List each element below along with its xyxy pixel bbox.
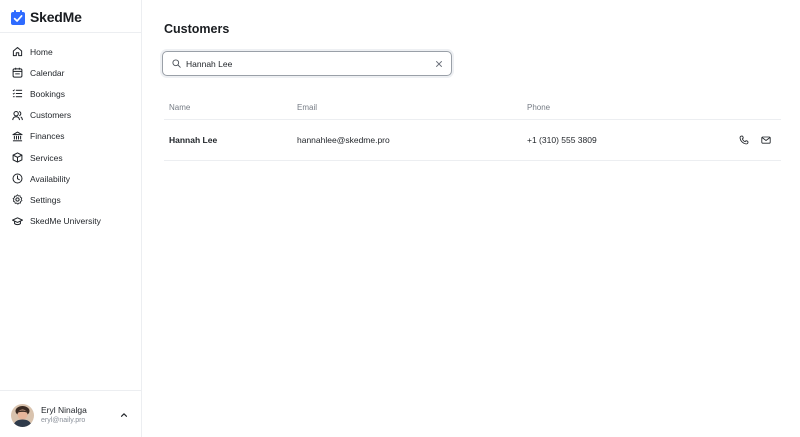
users-icon — [12, 110, 23, 121]
sidebar-item-label: SkedMe University — [30, 216, 101, 227]
page-title: Customers — [164, 22, 230, 36]
sidebar-item-label: Availability — [30, 173, 71, 184]
list-icon — [12, 88, 23, 99]
gear-icon — [12, 194, 23, 205]
main-content: Customers Name Email Phone Hannah Lee ha… — [142, 0, 800, 437]
sidebar-item-finances[interactable]: Finances — [0, 126, 141, 147]
sidebar-item-label: Settings — [30, 194, 61, 205]
sidebar-item-home[interactable]: Home — [0, 41, 141, 62]
sidebar-item-label: Bookings — [30, 88, 65, 99]
brand[interactable]: SkedMe — [11, 8, 82, 26]
user-info: Eryl Ninalga eryl@naily.pro — [41, 405, 87, 426]
avatar — [11, 403, 34, 427]
chevron-up-icon[interactable] — [119, 410, 129, 420]
phone-icon[interactable] — [739, 135, 749, 145]
customer-name: Hannah Lee — [169, 135, 218, 145]
column-header-phone[interactable]: Phone — [527, 103, 550, 112]
sidebar-item-availability[interactable]: Availability — [0, 168, 141, 189]
bank-icon — [12, 131, 23, 142]
sidebar: SkedMe Home Calendar Bookings Customers — [0, 0, 142, 437]
sidebar-item-calendar[interactable]: Calendar — [0, 62, 141, 83]
brand-name: SkedMe — [30, 9, 82, 25]
search-box — [162, 51, 452, 76]
customer-email: hannahlee@skedme.pro — [297, 135, 390, 145]
user-email: eryl@naily.pro — [41, 416, 86, 424]
search-icon — [172, 59, 181, 68]
graduation-cap-icon — [12, 216, 23, 227]
sidebar-item-label: Finances — [30, 131, 65, 142]
box-icon — [12, 152, 23, 163]
sidebar-item-services[interactable]: Services — [0, 147, 141, 168]
sidebar-item-skedme-university[interactable]: SkedMe University — [0, 211, 141, 232]
sidebar-item-customers[interactable]: Customers — [0, 105, 141, 126]
sidebar-item-label: Home — [30, 46, 53, 57]
sidebar-divider — [0, 32, 141, 33]
table-header: Name Email Phone — [164, 97, 781, 120]
customer-phone: +1 (310) 555 3809 — [527, 135, 597, 145]
calendar-check-logo-icon — [11, 9, 25, 25]
sidebar-item-bookings[interactable]: Bookings — [0, 83, 141, 104]
sidebar-item-settings[interactable]: Settings — [0, 189, 141, 210]
home-icon — [12, 46, 23, 57]
column-header-name[interactable]: Name — [169, 103, 190, 112]
clear-search-icon[interactable] — [435, 60, 443, 68]
clock-icon — [12, 173, 23, 184]
customers-table: Name Email Phone Hannah Lee hannahlee@sk… — [164, 97, 781, 161]
sidebar-item-label: Calendar — [30, 67, 65, 78]
calendar-icon — [12, 67, 23, 78]
search-input[interactable] — [186, 58, 421, 69]
sidebar-item-label: Services — [30, 152, 63, 163]
user-divider — [0, 390, 141, 391]
user-menu[interactable]: Eryl Ninalga eryl@naily.pro — [11, 402, 133, 428]
sidebar-item-label: Customers — [30, 110, 72, 121]
table-row[interactable]: Hannah Lee hannahlee@skedme.pro +1 (310)… — [164, 120, 781, 161]
user-name: Eryl Ninalga — [41, 404, 87, 415]
mail-icon[interactable] — [761, 135, 771, 145]
column-header-email[interactable]: Email — [297, 103, 317, 112]
row-actions — [739, 135, 771, 145]
sidebar-nav: Home Calendar Bookings Customers Finance… — [0, 41, 141, 232]
